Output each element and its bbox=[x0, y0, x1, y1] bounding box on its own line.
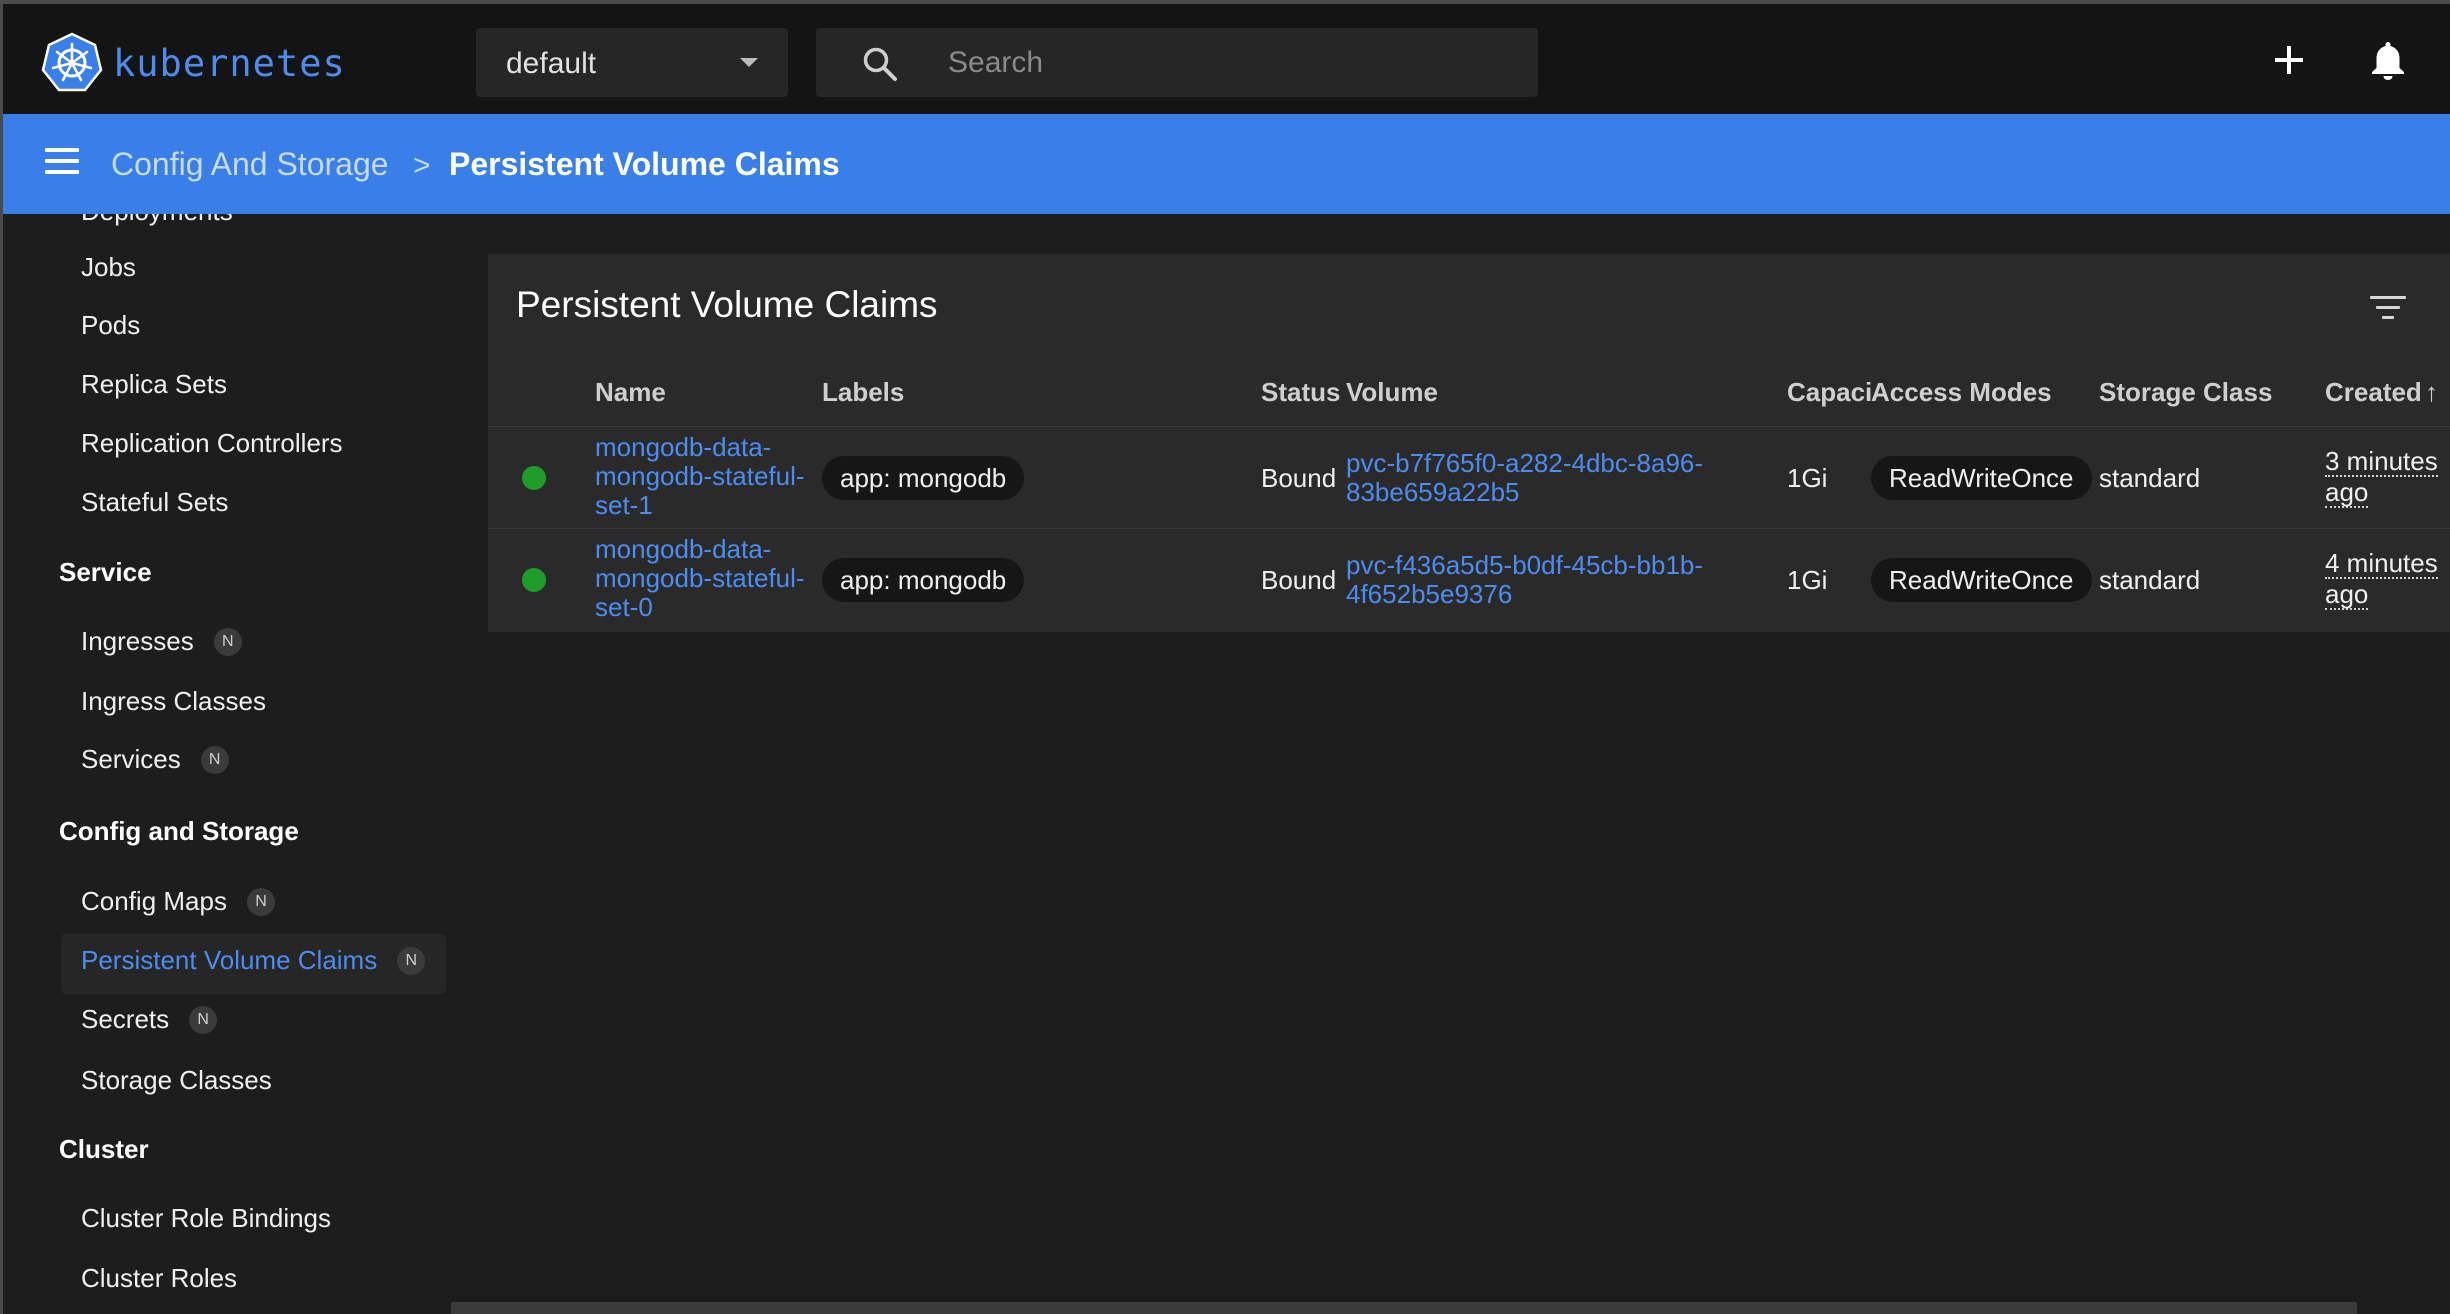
filter-icon[interactable] bbox=[2370, 294, 2406, 322]
sidebar-item-label: Ingresses bbox=[81, 626, 194, 656]
access-mode-chip: ReadWriteOnce bbox=[1871, 456, 2092, 500]
namespace-select[interactable]: default bbox=[476, 28, 788, 97]
sidebar-item-ingress-classes[interactable]: Ingress Classes bbox=[81, 686, 266, 717]
storage-class-text: standard bbox=[2099, 463, 2201, 493]
caret-down-icon bbox=[740, 58, 758, 67]
sidebar-item-label: Ingress Classes bbox=[81, 686, 266, 716]
label-chip: app: mongodb bbox=[822, 558, 1025, 602]
sidebar-item-label: Jobs bbox=[81, 252, 136, 282]
sidebar-section-config-and-storage[interactable]: Config and Storage bbox=[59, 816, 299, 847]
column-header-capacity[interactable]: Capaci bbox=[1787, 377, 1872, 408]
hamburger-menu-icon[interactable] bbox=[45, 148, 79, 176]
app-window: kubernetes default Config And Storage bbox=[0, 0, 2450, 1314]
status-ok-icon bbox=[522, 466, 546, 490]
sidebar-item-label: Cluster Role Bindings bbox=[81, 1203, 332, 1233]
sidebar-item-cluster-roles[interactable]: Cluster Roles bbox=[81, 1263, 237, 1294]
sidebar-item-pods[interactable]: Pods bbox=[81, 310, 140, 341]
sidebar-nav: Deployments Jobs Pods Replica Sets Repli… bbox=[3, 214, 453, 1314]
label-chip: app: mongodb bbox=[822, 456, 1025, 500]
sidebar-item-stateful-sets[interactable]: Stateful Sets bbox=[81, 487, 228, 518]
kubernetes-wheel-icon bbox=[41, 32, 103, 92]
card-title: Persistent Volume Claims bbox=[516, 284, 938, 325]
sidebar-item-config-maps[interactable]: Config Maps N bbox=[81, 886, 275, 917]
volume-link[interactable]: pvc-b7f765f0-a282-4dbc-8a96-83be659a22b5 bbox=[1346, 449, 1746, 507]
search-input[interactable] bbox=[948, 28, 1508, 97]
sidebar-item-label: Services bbox=[81, 744, 181, 774]
capacity-text: 1Gi bbox=[1787, 565, 1828, 595]
column-header-volume[interactable]: Volume bbox=[1346, 377, 1438, 408]
breadcrumb-parent-link[interactable]: Config And Storage bbox=[111, 146, 389, 183]
status-ok-icon bbox=[522, 568, 546, 592]
search-icon bbox=[863, 47, 897, 81]
sidebar-item-cluster-role-bindings[interactable]: Cluster Role Bindings bbox=[81, 1203, 331, 1234]
pvc-name-link[interactable]: mongodb-data-mongodb-stateful-set-0 bbox=[595, 535, 805, 622]
sidebar-item-secrets[interactable]: Secrets N bbox=[81, 1004, 218, 1035]
storage-class-text: standard bbox=[2099, 565, 2201, 595]
sidebar-item-ingresses[interactable]: Ingresses N bbox=[81, 626, 242, 657]
breadcrumb-bar: Config And Storage > Persistent Volume C… bbox=[3, 114, 2450, 214]
sidebar-item-label: Persistent Volume Claims bbox=[81, 945, 378, 975]
sidebar-item-label: Config Maps bbox=[81, 886, 227, 916]
column-header-status[interactable]: Status bbox=[1261, 377, 1340, 408]
sidebar-item-storage-classes[interactable]: Storage Classes bbox=[81, 1065, 272, 1096]
namespace-value: default bbox=[506, 47, 597, 80]
breadcrumb-current: Persistent Volume Claims bbox=[449, 146, 840, 182]
sidebar-item-label: Pods bbox=[81, 310, 141, 340]
pvc-list-card: Persistent Volume Claims Name Labels Sta… bbox=[488, 254, 2450, 632]
sidebar-item-label: Replication Controllers bbox=[81, 428, 343, 458]
sidebar-item-services[interactable]: Services N bbox=[81, 744, 229, 775]
column-header-access-modes[interactable]: Access Modes bbox=[1871, 377, 2052, 408]
namespaced-badge: N bbox=[397, 946, 426, 975]
sidebar-item-deployments[interactable]: Deployments bbox=[81, 214, 233, 227]
created-time-line: 3 minutes bbox=[2325, 446, 2438, 477]
sidebar-item-replica-sets[interactable]: Replica Sets bbox=[81, 369, 227, 400]
namespaced-badge: N bbox=[246, 887, 275, 916]
column-header-name[interactable]: Name bbox=[595, 377, 666, 408]
logo-text: kubernetes bbox=[113, 41, 346, 85]
access-mode-chip: ReadWriteOnce bbox=[1871, 558, 2092, 602]
sort-ascending-icon[interactable]: ↑ bbox=[2425, 377, 2438, 408]
sidebar-section-service[interactable]: Service bbox=[59, 557, 152, 588]
created-time-line: ago bbox=[2325, 477, 2369, 508]
created-time: 3 minutes ago bbox=[2325, 447, 2438, 508]
volume-link[interactable]: pvc-f436a5d5-b0df-45cb-bb1b-4f652b5e9376 bbox=[1346, 551, 1746, 609]
sidebar-item-label: Stateful Sets bbox=[81, 487, 229, 517]
status-text: Bound bbox=[1261, 565, 1337, 595]
sidebar-section-cluster[interactable]: Cluster bbox=[59, 1134, 149, 1165]
column-header-labels[interactable]: Labels bbox=[822, 377, 904, 408]
sidebar-item-label: Secrets bbox=[81, 1004, 170, 1034]
column-header-created[interactable]: Created bbox=[2325, 377, 2422, 408]
sidebar-item-persistent-volume-claims[interactable]: Persistent Volume Claims N bbox=[81, 945, 426, 976]
namespaced-badge: N bbox=[213, 627, 242, 656]
sidebar-item-label: Cluster Roles bbox=[81, 1263, 238, 1293]
namespaced-badge: N bbox=[200, 745, 229, 774]
pvc-name-link[interactable]: mongodb-data-mongodb-stateful-set-1 bbox=[595, 433, 805, 520]
column-header-storage-class[interactable]: Storage Class bbox=[2099, 377, 2272, 408]
sidebar-item-jobs[interactable]: Jobs bbox=[81, 252, 136, 283]
sidebar-item-label: Replica Sets bbox=[81, 369, 227, 399]
created-time: 4 minutes ago bbox=[2325, 549, 2438, 610]
created-time-line: 4 minutes bbox=[2325, 548, 2438, 579]
horizontal-scrollbar[interactable] bbox=[451, 1302, 2357, 1314]
search-box[interactable] bbox=[816, 28, 1538, 97]
table-row[interactable]: mongodb-data-mongodb-stateful-set-1 app:… bbox=[488, 426, 2450, 528]
chevron-right-icon: > bbox=[413, 149, 431, 182]
sidebar-item-label: Storage Classes bbox=[81, 1065, 272, 1095]
namespaced-badge: N bbox=[189, 1005, 218, 1034]
capacity-text: 1Gi bbox=[1787, 463, 1828, 493]
created-time-line: ago bbox=[2325, 579, 2369, 610]
table-row[interactable]: mongodb-data-mongodb-stateful-set-0 app:… bbox=[488, 528, 2450, 630]
sidebar-item-replication-controllers[interactable]: Replication Controllers bbox=[81, 428, 343, 459]
create-resource-plus-icon[interactable] bbox=[2273, 44, 2305, 76]
kubernetes-logo[interactable]: kubernetes bbox=[41, 32, 346, 94]
status-text: Bound bbox=[1261, 463, 1337, 493]
notifications-bell-icon[interactable] bbox=[2369, 40, 2407, 80]
top-bar: kubernetes default bbox=[3, 4, 2450, 114]
